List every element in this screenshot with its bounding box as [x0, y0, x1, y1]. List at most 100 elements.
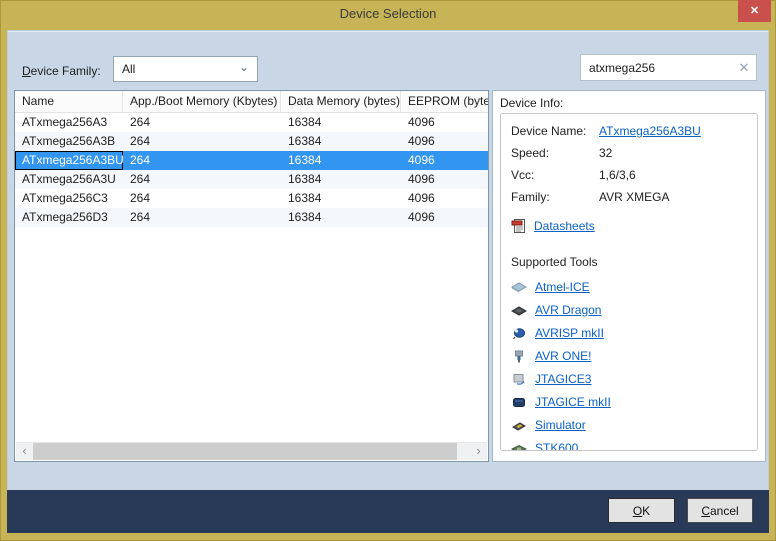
- cell-eeprom: 4096: [401, 170, 488, 189]
- field-label: Device Name:: [511, 124, 599, 139]
- atmel-ice-icon: [511, 279, 527, 295]
- tool-link[interactable]: STK600: [535, 441, 578, 452]
- clear-search-icon[interactable]: ✕: [732, 60, 756, 76]
- cell-name: ATxmega256A3BU: [15, 151, 123, 170]
- tool-link[interactable]: Atmel-ICE: [535, 280, 590, 294]
- vcc-field: Vcc: 1,6/3,6: [511, 168, 751, 190]
- cell-data-memory: 16384: [281, 151, 401, 170]
- cell-name: ATxmega256A3B: [15, 132, 123, 151]
- field-value: 32: [599, 146, 612, 161]
- tool-item: AVRISP mkII: [511, 321, 751, 344]
- cell-app-boot: 264: [123, 170, 281, 189]
- column-header-data-memory[interactable]: Data Memory (bytes): [281, 91, 401, 112]
- device-table: Name App./Boot Memory (Kbytes) Data Memo…: [14, 90, 489, 462]
- search-box: ✕: [580, 54, 757, 81]
- cell-name: ATxmega256D3: [15, 208, 123, 227]
- scroll-right-icon[interactable]: ›: [470, 443, 487, 460]
- close-icon: ✕: [750, 5, 759, 17]
- device-name-field: Device Name: ATxmega256A3BU: [511, 124, 751, 146]
- device-family-label: Device Family:: [22, 64, 101, 78]
- avr-one-icon: [511, 348, 527, 364]
- table-body: ATxmega256A3 264 16384 4096 ATxmega256A3…: [15, 113, 488, 227]
- cell-app-boot: 264: [123, 208, 281, 227]
- device-info-title: Device Info:: [500, 96, 758, 113]
- field-label: Family:: [511, 190, 599, 205]
- tool-link[interactable]: JTAGICE3: [535, 372, 591, 386]
- datasheets-row: Datasheets: [511, 214, 751, 238]
- tool-link[interactable]: AVR Dragon: [535, 303, 601, 317]
- tool-item: AVR Dragon: [511, 298, 751, 321]
- supported-tools-title: Supported Tools: [511, 255, 751, 275]
- table-row[interactable]: ATxmega256A3U 264 16384 4096: [15, 170, 488, 189]
- device-info-panel: Device Info: Device Name: ATxmega256A3BU…: [492, 90, 766, 462]
- jtagice-mkii-icon: [511, 394, 527, 410]
- stk600-icon: [511, 440, 527, 452]
- table-row[interactable]: ATxmega256C3 264 16384 4096: [15, 189, 488, 208]
- table-header: Name App./Boot Memory (Kbytes) Data Memo…: [15, 91, 488, 113]
- horizontal-scrollbar[interactable]: ‹ ›: [16, 442, 487, 460]
- tool-link[interactable]: JTAGICE mkII: [535, 395, 611, 409]
- device-name-link[interactable]: ATxmega256A3BU: [599, 124, 701, 139]
- family-field: Family: AVR XMEGA: [511, 190, 751, 212]
- cell-data-memory: 16384: [281, 189, 401, 208]
- column-header-eeprom[interactable]: EEPROM (bytes): [401, 91, 488, 112]
- device-family-dropdown[interactable]: All ⌄: [113, 56, 258, 82]
- cell-data-memory: 16384: [281, 170, 401, 189]
- tool-item: JTAGICE3: [511, 367, 751, 390]
- cell-name: ATxmega256A3: [15, 113, 123, 132]
- speed-field: Speed: 32: [511, 146, 751, 168]
- cell-app-boot: 264: [123, 132, 281, 151]
- cell-name: ATxmega256C3: [15, 189, 123, 208]
- tool-link[interactable]: AVRISP mkII: [535, 326, 604, 340]
- tool-link[interactable]: Simulator: [535, 418, 586, 432]
- column-header-app-boot-memory[interactable]: App./Boot Memory (Kbytes): [123, 91, 281, 112]
- cell-data-memory: 16384: [281, 113, 401, 132]
- device-info-box: Device Name: ATxmega256A3BU Speed: 32 Vc…: [500, 113, 758, 451]
- tool-item: STK600: [511, 436, 751, 451]
- close-button[interactable]: ✕: [738, 0, 771, 22]
- datasheets-link[interactable]: Datasheets: [534, 219, 595, 233]
- table-row[interactable]: ATxmega256A3B 264 16384 4096: [15, 132, 488, 151]
- table-row-selected[interactable]: ATxmega256A3BU 264 16384 4096: [15, 151, 488, 170]
- cell-data-memory: 16384: [281, 208, 401, 227]
- footer-bar: OK Cancel: [7, 490, 769, 533]
- field-value: AVR XMEGA: [599, 190, 669, 205]
- cell-app-boot: 264: [123, 189, 281, 208]
- column-header-name[interactable]: Name: [15, 91, 123, 112]
- device-family-value: All: [122, 62, 239, 76]
- cell-app-boot: 264: [123, 151, 281, 170]
- avrisp-mkii-icon: [511, 325, 527, 341]
- field-label: Vcc:: [511, 168, 599, 183]
- cell-eeprom: 4096: [401, 189, 488, 208]
- cell-eeprom: 4096: [401, 132, 488, 151]
- cancel-button[interactable]: Cancel: [687, 498, 753, 523]
- table-row[interactable]: ATxmega256D3 264 16384 4096: [15, 208, 488, 227]
- cell-eeprom: 4096: [401, 208, 488, 227]
- device-selection-dialog: Device Selection ✕ Device Family: All ⌄ …: [0, 0, 776, 541]
- field-label: Speed:: [511, 146, 599, 161]
- client-area: Device Family: All ⌄ ✕ Name App./Boot Me…: [7, 30, 769, 533]
- window-title: Device Selection: [0, 0, 776, 28]
- field-value: 1,6/3,6: [599, 168, 636, 183]
- cell-data-memory: 16384: [281, 132, 401, 151]
- tool-item: Simulator: [511, 413, 751, 436]
- search-input[interactable]: [581, 61, 732, 75]
- cell-name: ATxmega256A3U: [15, 170, 123, 189]
- cell-app-boot: 264: [123, 113, 281, 132]
- table-row[interactable]: ATxmega256A3 264 16384 4096: [15, 113, 488, 132]
- tool-item: JTAGICE mkII: [511, 390, 751, 413]
- chevron-down-icon: ⌄: [239, 62, 249, 72]
- scrollbar-track[interactable]: [457, 443, 470, 460]
- scroll-left-icon[interactable]: ‹: [16, 443, 33, 460]
- tool-item: Atmel-ICE: [511, 275, 751, 298]
- avr-dragon-icon: [511, 302, 527, 318]
- tool-link[interactable]: AVR ONE!: [535, 349, 591, 363]
- cell-eeprom: 4096: [401, 151, 488, 170]
- ok-button[interactable]: OK: [608, 498, 675, 523]
- scrollbar-thumb[interactable]: [33, 443, 457, 460]
- jtagice3-icon: [511, 371, 527, 387]
- titlebar[interactable]: Device Selection ✕: [0, 0, 776, 30]
- tool-item: AVR ONE!: [511, 344, 751, 367]
- pdf-icon: [511, 218, 527, 234]
- simulator-icon: [511, 417, 527, 433]
